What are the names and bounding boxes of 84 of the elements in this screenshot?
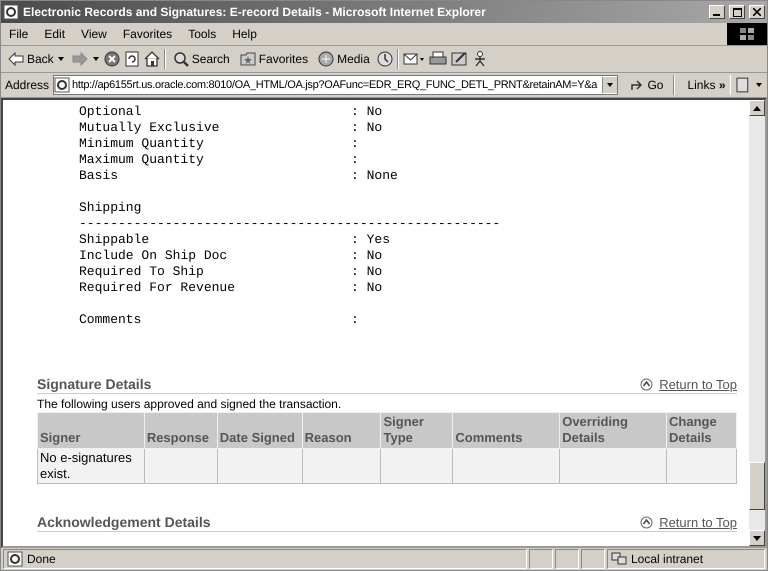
field-label: Basis [79, 168, 118, 183]
scroll-down-button[interactable] [749, 530, 765, 546]
return-to-top-link[interactable]: Return to Top [640, 377, 737, 392]
return-to-top-link[interactable]: Return to Top [640, 515, 737, 530]
window-title: Electronic Records and Signatures: E-record Details - Microsoft Internet Explorer [23, 5, 487, 19]
menu-item[interactable]: Favorites [114, 27, 180, 41]
maximize-button[interactable] [729, 5, 745, 19]
intro-text: The following users approved and signed the transaction. [37, 397, 342, 411]
section-heading: Shipping [79, 200, 142, 216]
minimize-button[interactable] [709, 5, 725, 19]
down-triangle-icon [753, 536, 761, 540]
links-button[interactable]: Links » [687, 78, 726, 92]
favorites-button[interactable]: Favorites [236, 50, 312, 68]
close-button[interactable] [749, 5, 765, 19]
field-label: Include On Ship Doc [79, 248, 228, 263]
field-label: Required For Revenue [79, 280, 236, 295]
field-label: Maximum Quantity [79, 152, 204, 167]
search-button[interactable]: Search [170, 49, 233, 69]
field-label: Required To Ship [79, 264, 204, 279]
up-chevron-icon [640, 378, 654, 391]
refresh-icon[interactable] [124, 51, 140, 67]
field-value: : No [351, 264, 382, 280]
up-chevron-icon [640, 516, 654, 529]
field-value: : No [351, 248, 382, 264]
field-value: : Yes [351, 232, 390, 248]
stop-icon[interactable] [104, 51, 120, 67]
menu-item[interactable]: File [1, 27, 36, 41]
column-header: Date Signed [217, 412, 302, 448]
folder-star-icon [240, 52, 256, 66]
dropdown-button[interactable] [602, 77, 618, 93]
vertical-scrollbar[interactable] [749, 100, 765, 546]
field-label: Optional [79, 104, 142, 119]
up-triangle-icon [753, 106, 761, 110]
zone-text: Local intranet [631, 552, 704, 566]
printer-icon[interactable] [428, 51, 447, 67]
menu-item[interactable]: Edit [36, 27, 74, 41]
field-value: : [351, 136, 359, 152]
column-header: Change Details [666, 412, 736, 448]
person-icon[interactable] [472, 51, 487, 67]
caret-icon [606, 82, 614, 88]
column-header: Signer [38, 412, 144, 448]
address-label: Address [5, 78, 50, 92]
home-icon[interactable] [144, 51, 160, 67]
field-value: : No [351, 104, 382, 120]
scroll-up-button[interactable] [749, 100, 765, 116]
mail-icon[interactable] [402, 51, 425, 67]
column-header: Comments [452, 412, 560, 448]
go-arrow-icon [630, 79, 644, 91]
scrollbar-thumb[interactable] [749, 462, 765, 510]
section-title: Acknowledgement Details [37, 514, 210, 530]
dashed-rule: ------------------------------------------------------ [79, 216, 500, 232]
back-button[interactable]: Back [5, 50, 68, 68]
media-button[interactable]: Media [315, 49, 373, 69]
dropdown-caret-icon[interactable] [755, 82, 763, 88]
edit-icon[interactable] [450, 51, 469, 67]
column-header: Signer Type [380, 412, 453, 448]
back-arrow-icon [8, 52, 24, 66]
field-label: Shippable [79, 232, 150, 247]
maximize-icon [732, 8, 742, 16]
column-header: Response [144, 412, 218, 448]
close-icon [753, 8, 761, 16]
section-title: Signature Details [37, 376, 152, 392]
caret-icon [56, 56, 65, 62]
search-icon [172, 51, 189, 67]
dropdown-caret-icon[interactable] [92, 56, 100, 62]
field-value: : [351, 312, 359, 328]
field-value: : [351, 152, 359, 168]
field-value: : No [351, 120, 382, 136]
table-cell: No e-signatures exist. [40, 450, 132, 481]
field-value: : No [351, 280, 382, 296]
go-button[interactable]: Go [624, 77, 670, 93]
field-label: Minimum Quantity [79, 136, 204, 151]
field-label: Mutually Exclusive [79, 120, 220, 135]
field-label: Comments [79, 312, 142, 327]
address-field[interactable]: http://ap6155rt.us.oracle.com:8010/OA_HTML/OA.jsp?OAFunc=EDR_ERQ_FUNC_DETL_PRNT&retainAM=Y&a [53, 75, 618, 95]
menu-item[interactable]: Help [224, 27, 265, 41]
network-icon [611, 552, 627, 566]
field-value: : None [351, 168, 398, 184]
status-text: Done [27, 552, 56, 566]
menu-item[interactable]: View [73, 27, 115, 41]
column-header: Reason [302, 412, 381, 448]
history-icon[interactable] [376, 51, 393, 67]
menu-item[interactable]: Tools [180, 27, 224, 41]
column-header: Overriding Details [560, 412, 667, 448]
